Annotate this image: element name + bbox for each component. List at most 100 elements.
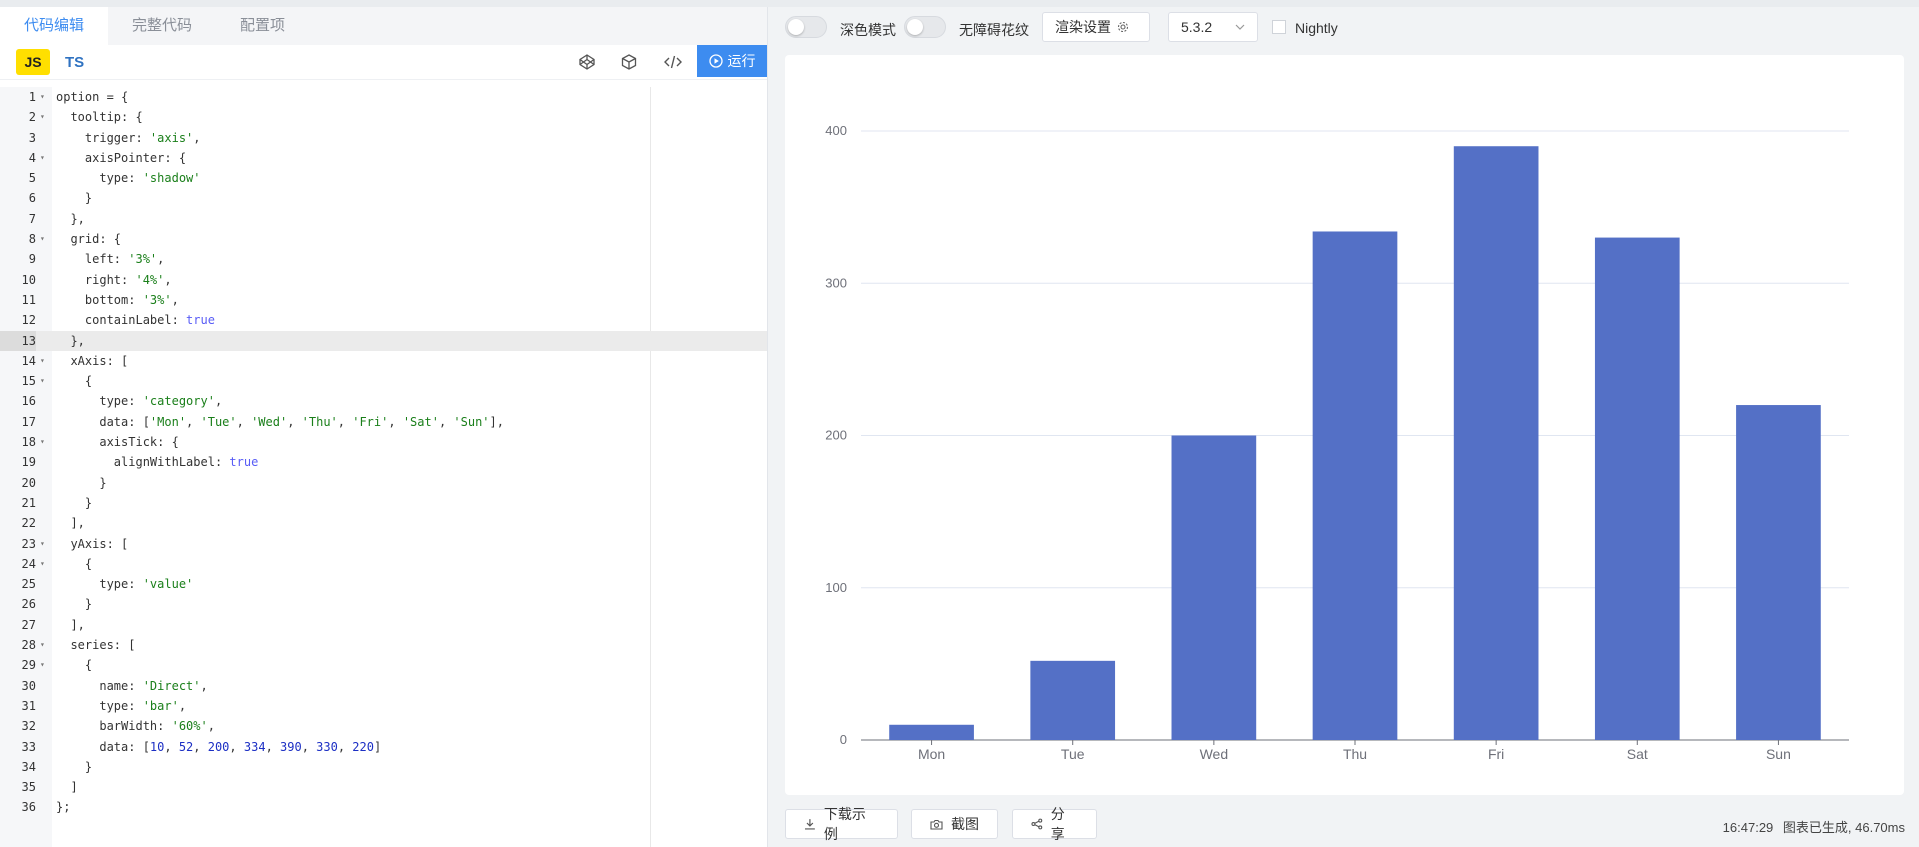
aria-decal-toggle[interactable]	[904, 16, 946, 38]
x-tick-label: Sun	[1766, 746, 1791, 762]
tab-full-code[interactable]: 完整代码	[108, 7, 216, 45]
code-line[interactable]: 4 ▾ axisPointer: {	[0, 148, 767, 168]
code-line[interactable]: 17 data: ['Mon', 'Tue', 'Wed', 'Thu', 'F…	[0, 412, 767, 432]
run-button[interactable]: 运行	[697, 45, 767, 77]
line-number: 36	[21, 800, 36, 815]
codesandbox-icon[interactable]	[617, 50, 641, 74]
chart-preview[interactable]: 0 100 200 300 400 Mon Tue Wed Thu Fri Sat Sun	[785, 55, 1904, 795]
line-number: 19	[21, 455, 36, 470]
fold-toggle-icon[interactable]: ▾	[40, 229, 45, 249]
fold-toggle-icon[interactable]: ▾	[40, 534, 45, 554]
code-line[interactable]: 23 ▾ yAxis: [	[0, 534, 767, 554]
code-text: trigger: 'axis',	[56, 130, 201, 145]
fold-toggle-icon[interactable]: ▾	[40, 148, 45, 168]
code-line[interactable]: 20 }	[0, 473, 767, 493]
code-line[interactable]: 24 ▾ {	[0, 554, 767, 574]
code-text: containLabel: true	[56, 313, 215, 328]
code-text: {	[56, 556, 93, 571]
code-line[interactable]: 14 ▾ xAxis: [	[0, 351, 767, 371]
version-select[interactable]: 5.3.2	[1168, 12, 1258, 42]
code-line[interactable]: 7 },	[0, 209, 767, 229]
code-editor[interactable]: 1 ▾ option = {2 ▾ tooltip: {3 trigger: 'axi…	[0, 87, 767, 847]
code-line[interactable]: 1 ▾ option = {	[0, 87, 767, 107]
code-text: data: ['Mon', 'Tue', 'Wed', 'Thu', 'Fri'…	[56, 414, 504, 429]
dark-mode-toggle[interactable]	[785, 16, 827, 38]
fold-toggle-icon[interactable]: ▾	[40, 432, 45, 452]
code-line[interactable]: 2 ▾ tooltip: {	[0, 107, 767, 127]
code-text: }	[56, 759, 93, 774]
ts-language-button[interactable]: TS	[65, 54, 84, 71]
code-line[interactable]: 10 right: '4%',	[0, 270, 767, 290]
fold-toggle-icon[interactable]: ▾	[40, 655, 45, 675]
code-line[interactable]: 21 }	[0, 493, 767, 513]
code-text: },	[56, 211, 85, 226]
code-text: {	[56, 374, 93, 389]
code-line[interactable]: 32 barWidth: '60%',	[0, 716, 767, 736]
bar[interactable]	[1736, 405, 1821, 740]
x-tick-label: Wed	[1200, 746, 1229, 762]
code-lines: 1 ▾ option = {2 ▾ tooltip: {3 trigger: 'axi…	[0, 87, 767, 818]
code-line[interactable]: 26 }	[0, 594, 767, 614]
fold-toggle-icon[interactable]: ▾	[40, 554, 45, 574]
code-line[interactable]: 28 ▾ series: [	[0, 635, 767, 655]
fold-toggle-icon[interactable]: ▾	[40, 87, 45, 107]
code-line[interactable]: 15 ▾ {	[0, 371, 767, 391]
code-line[interactable]: 11 bottom: '3%',	[0, 290, 767, 310]
code-line[interactable]: 34 }	[0, 757, 767, 777]
code-text: xAxis: [	[56, 353, 129, 368]
codepen-icon[interactable]	[575, 50, 599, 74]
code-line[interactable]: 25 type: 'value'	[0, 574, 767, 594]
line-number: 27	[21, 617, 36, 632]
fold-toggle-icon[interactable]: ▾	[40, 635, 45, 655]
bar[interactable]	[1171, 435, 1257, 741]
code-line[interactable]: 22 ],	[0, 513, 767, 533]
code-line[interactable]: 16 type: 'category',	[0, 391, 767, 411]
fold-toggle-icon[interactable]: ▾	[40, 351, 45, 371]
gear-icon	[1117, 21, 1129, 33]
code-line[interactable]: 8 ▾ grid: {	[0, 229, 767, 249]
code-line[interactable]: 30 name: 'Direct',	[0, 676, 767, 696]
code-line[interactable]: 12 containLabel: true	[0, 310, 767, 330]
code-line[interactable]: 6 }	[0, 188, 767, 208]
render-settings-button[interactable]: 渲染设置	[1042, 12, 1150, 42]
screenshot-button[interactable]: 截图	[911, 809, 998, 839]
x-tick-label: Thu	[1343, 746, 1367, 762]
fold-toggle-icon[interactable]: ▾	[40, 107, 45, 127]
code-line[interactable]: 27 ],	[0, 615, 767, 635]
code-line[interactable]: 36};	[0, 797, 767, 817]
download-example-button[interactable]: 下载示例	[785, 806, 898, 842]
bar[interactable]	[889, 724, 974, 740]
js-language-button[interactable]: JS	[16, 49, 50, 75]
code-text: ]	[56, 780, 78, 795]
code-line[interactable]: 9 left: '3%',	[0, 249, 767, 269]
code-line[interactable]: 13 },	[0, 330, 767, 351]
line-number: 21	[21, 495, 36, 510]
code-line[interactable]: 5 type: 'shadow'	[0, 168, 767, 188]
play-circle-icon	[708, 54, 723, 68]
code-line[interactable]: 29 ▾ {	[0, 655, 767, 675]
code-line[interactable]: 35 ]	[0, 777, 767, 797]
nightly-checkbox[interactable]	[1272, 20, 1286, 34]
bar[interactable]	[1594, 237, 1680, 740]
line-number: 23	[21, 536, 36, 551]
code-line[interactable]: 18 ▾ axisTick: {	[0, 432, 767, 452]
line-number: 32	[21, 719, 36, 734]
code-line[interactable]: 33 data: [10, 52, 200, 334, 390, 330, 22…	[0, 737, 767, 757]
line-number: 12	[21, 313, 36, 328]
code-line[interactable]: 3 trigger: 'axis',	[0, 128, 767, 148]
tab-code-edit[interactable]: 代码编辑	[0, 7, 109, 45]
bar[interactable]	[1030, 660, 1116, 740]
bar[interactable]	[1312, 231, 1398, 741]
line-number: 20	[21, 475, 36, 490]
share-button[interactable]: 分享	[1012, 806, 1097, 842]
embed-code-icon[interactable]	[661, 50, 685, 74]
fold-toggle-icon[interactable]: ▾	[40, 371, 45, 391]
code-line[interactable]: 31 type: 'bar',	[0, 696, 767, 716]
code-line[interactable]: 19 alignWithLabel: true	[0, 452, 767, 472]
screenshot-label: 截图	[951, 816, 979, 832]
line-number: 35	[21, 780, 36, 795]
line-number: 5	[28, 171, 36, 186]
tab-options[interactable]: 配置项	[216, 7, 309, 45]
line-number: 9	[28, 252, 36, 267]
bar[interactable]	[1453, 146, 1539, 741]
